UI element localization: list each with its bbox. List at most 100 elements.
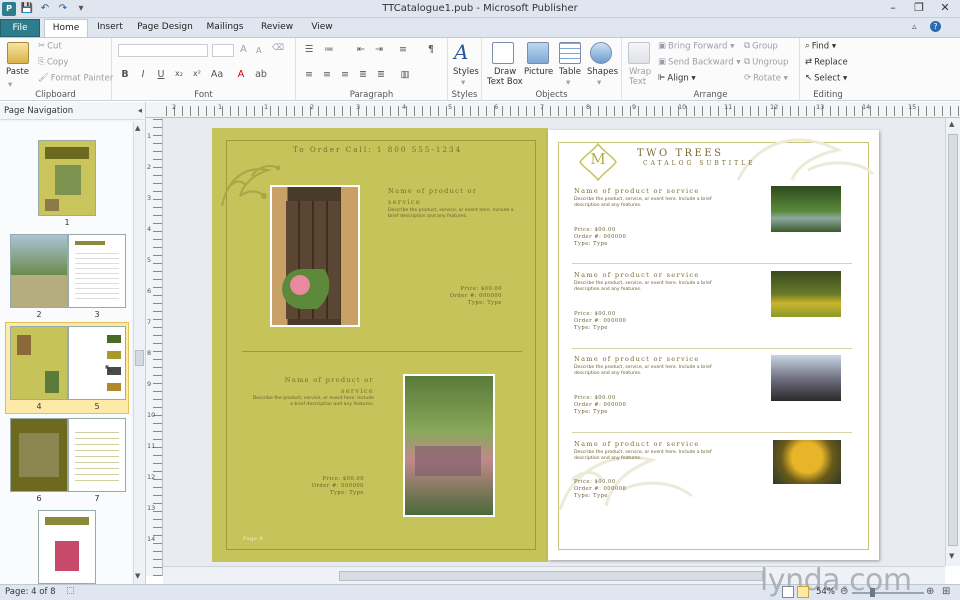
tab-home[interactable]: Home <box>44 19 88 37</box>
winter-trees-photo[interactable] <box>770 354 842 402</box>
product-name[interactable]: Name of product or service <box>574 440 700 448</box>
product-description[interactable]: Describe the product, service, or event … <box>574 450 714 462</box>
page-thumbnail-7[interactable] <box>68 418 126 492</box>
tab-mailings[interactable]: Mailings <box>200 19 250 37</box>
product-order-number[interactable]: Order #: 000000 <box>574 234 626 241</box>
bullets-icon[interactable]: ☰ <box>302 44 316 55</box>
cut-button[interactable]: ✂ Cut <box>38 41 62 52</box>
fit-page-icon[interactable]: ⊞ <box>942 586 950 597</box>
styles-dropdown-icon[interactable]: ▾ <box>461 78 465 88</box>
product-type[interactable]: Type: Type <box>574 493 608 500</box>
show-formatting-icon[interactable]: ¶ <box>424 44 438 55</box>
subscript-button[interactable]: x₂ <box>172 69 186 78</box>
product-price[interactable]: Price: $00.00 <box>300 476 364 483</box>
vertical-scroll-thumb[interactable] <box>948 134 958 546</box>
product-description[interactable]: Describe the product, service, or event … <box>574 197 714 209</box>
pond-photo[interactable] <box>770 185 842 233</box>
vertical-scrollbar[interactable]: ▲ ▼ <box>945 118 960 566</box>
horizontal-scroll-thumb[interactable] <box>339 571 763 581</box>
company-name[interactable]: Two Trees <box>637 148 723 159</box>
restore-button[interactable]: ❐ <box>906 0 932 17</box>
find-button[interactable]: ⌕ Find ▾ <box>805 41 836 52</box>
shapes-button[interactable]: Shapes <box>587 67 618 77</box>
picture-button[interactable]: Picture <box>524 67 553 77</box>
page-thumbnail-4[interactable] <box>10 326 68 400</box>
forest-photo[interactable] <box>770 270 842 318</box>
close-button[interactable]: ✕ <box>932 0 958 17</box>
distribute-icon[interactable]: ≣ <box>374 69 388 80</box>
product-name[interactable]: Name of product or service <box>388 186 508 208</box>
styles-button[interactable]: Styles <box>453 67 479 77</box>
page-thumbnail-1[interactable] <box>38 140 96 216</box>
minimize-ribbon-icon[interactable]: ▵ <box>912 22 917 32</box>
page-thumbnail-3[interactable] <box>68 234 126 308</box>
line-spacing-icon[interactable]: ≡ <box>396 44 410 55</box>
product-name[interactable]: Name of product or service <box>574 187 700 195</box>
justify-icon[interactable]: ≣ <box>356 69 370 80</box>
zoom-slider-thumb[interactable] <box>870 588 875 597</box>
tab-view[interactable]: View <box>304 19 340 37</box>
page-footer[interactable]: Page 4 <box>243 536 263 543</box>
page-thumbnail-8[interactable] <box>38 510 96 584</box>
copy-button[interactable]: ⎘ Copy <box>38 57 68 68</box>
order-phone-line[interactable]: To Order Call: 1 800 555-1234 <box>293 145 462 154</box>
font-color-icon[interactable]: A <box>234 69 248 80</box>
underline-button[interactable]: U <box>154 69 168 80</box>
bring-forward-button[interactable]: ▣ Bring Forward ▾ <box>658 41 734 52</box>
format-painter-button[interactable]: 🖌 Format Painter <box>38 73 113 84</box>
product-description[interactable]: Describe the product, service, or event … <box>250 396 374 408</box>
product-description[interactable]: Describe the product, service, or event … <box>388 208 518 220</box>
superscript-button[interactable]: x² <box>190 69 204 78</box>
decrease-indent-icon[interactable]: ⇤ <box>354 44 368 55</box>
scroll-up-icon[interactable]: ▲ <box>135 124 140 132</box>
product-description[interactable]: Describe the product, service, or event … <box>574 365 714 377</box>
product-order-number[interactable]: Order #: 000000 <box>574 318 626 325</box>
paste-dropdown-icon[interactable]: ▾ <box>8 80 12 90</box>
product-name[interactable]: Name of product or service <box>262 375 374 397</box>
product-order-number[interactable]: Order #: 000000 <box>292 483 364 490</box>
page-indicator[interactable]: Page: 4 of 8 <box>5 587 56 597</box>
tab-page-design[interactable]: Page Design <box>134 19 196 37</box>
help-icon[interactable]: ? <box>930 21 941 32</box>
clear-formatting-icon[interactable]: ⌫ <box>272 43 284 53</box>
product-price[interactable]: Price: $00.00 <box>574 311 616 318</box>
navigation-scrollbar[interactable]: ▲ ▼ <box>133 122 145 584</box>
minimize-button[interactable]: – <box>880 0 906 17</box>
wrap-text-line1[interactable]: Wrap <box>629 67 651 77</box>
catalog-subtitle[interactable]: Catalog Subtitle <box>643 160 756 167</box>
draw-text-box-line2[interactable]: Text Box <box>487 77 523 87</box>
scroll-down-icon[interactable]: ▼ <box>135 572 140 580</box>
group-button[interactable]: ⧉ Group <box>744 41 778 52</box>
product-price[interactable]: Price: $00.00 <box>574 479 616 486</box>
tab-file[interactable]: File <box>0 19 40 37</box>
page-thumbnail-2[interactable] <box>10 234 68 308</box>
select-button[interactable]: ↖ Select ▾ <box>805 73 847 84</box>
align-button[interactable]: ⊫ Align ▾ <box>658 73 696 84</box>
zoom-level[interactable]: 54% <box>816 587 835 597</box>
shapes-dropdown-icon[interactable]: ▾ <box>597 78 601 88</box>
send-backward-button[interactable]: ▣ Send Backward ▾ <box>658 57 741 68</box>
product-name[interactable]: Name of product or service <box>574 271 700 279</box>
product-order-number[interactable]: Order #: 000000 <box>430 293 502 300</box>
italic-button[interactable]: I <box>136 69 150 80</box>
scroll-thumb[interactable] <box>135 350 144 366</box>
product-type[interactable]: Type: Type <box>574 241 608 248</box>
table-dropdown-icon[interactable]: ▾ <box>566 78 570 88</box>
company-monogram[interactable]: M <box>578 150 618 168</box>
font-size-combo[interactable] <box>212 44 234 57</box>
scroll-up-icon[interactable]: ▲ <box>949 120 954 128</box>
character-spacing-icon[interactable]: Aa <box>210 69 224 80</box>
product-order-number[interactable]: Order #: 000000 <box>574 402 626 409</box>
align-center-icon[interactable]: ≡ <box>320 69 334 80</box>
font-name-combo[interactable] <box>118 44 208 57</box>
shrink-font-button[interactable]: A <box>256 46 261 55</box>
product-price[interactable]: Price: $00.00 <box>574 227 616 234</box>
align-right-icon[interactable]: ≡ <box>338 69 352 80</box>
zoom-out-icon[interactable]: ⊖ <box>840 586 848 597</box>
single-page-view-icon[interactable] <box>782 586 794 598</box>
draw-text-box-line1[interactable]: Draw <box>494 67 516 77</box>
product-type[interactable]: Type: Type <box>574 409 608 416</box>
increase-indent-icon[interactable]: ⇥ <box>372 44 386 55</box>
product-type[interactable]: Type: Type <box>300 490 364 497</box>
scroll-down-icon[interactable]: ▼ <box>949 552 954 560</box>
